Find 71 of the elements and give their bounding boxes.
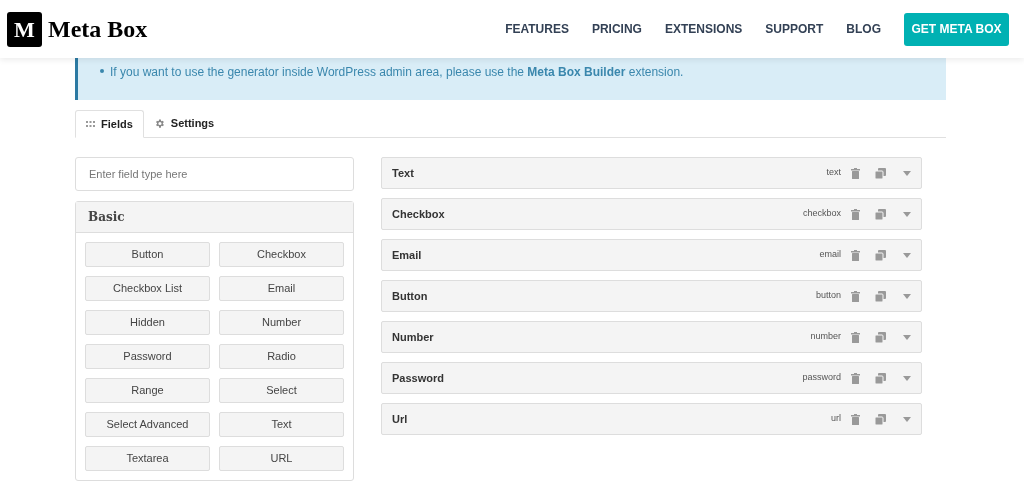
- field-label: Url: [392, 411, 408, 427]
- field-label: Password: [392, 370, 444, 386]
- gear-icon: [153, 118, 165, 129]
- trash-icon[interactable]: [851, 167, 860, 179]
- field-row[interactable]: Text text: [381, 157, 922, 189]
- caret-icon[interactable]: [903, 416, 911, 422]
- field-row[interactable]: Number number: [381, 321, 922, 353]
- search-field[interactable]: Enter field type here: [75, 157, 354, 191]
- caret-icon[interactable]: [903, 170, 911, 176]
- field-row[interactable]: Checkbox checkbox: [381, 198, 922, 230]
- field-type-button[interactable]: Range: [85, 378, 210, 403]
- copy-icon[interactable]: [875, 413, 886, 425]
- field-type-button[interactable]: Checkbox: [219, 242, 344, 267]
- field-type-button[interactable]: Email: [219, 276, 344, 301]
- field-row[interactable]: Email email: [381, 239, 922, 271]
- field-type: text: [826, 166, 841, 180]
- notice-text: If you want to use the generator inside WordPress admin area, please use the Meta Box Builder extension.: [110, 64, 684, 81]
- copy-icon[interactable]: [875, 290, 886, 302]
- field-label: Number: [392, 329, 434, 345]
- caret-icon[interactable]: [903, 293, 911, 299]
- field-type-button[interactable]: Textarea: [85, 446, 210, 471]
- copy-icon[interactable]: [875, 208, 886, 220]
- trash-icon[interactable]: [851, 208, 860, 220]
- logo-mark: M: [7, 11, 42, 47]
- field-type-button[interactable]: Select: [219, 378, 344, 403]
- group-title: Basic: [76, 202, 353, 233]
- field-type: number: [810, 330, 841, 344]
- nav-link[interactable]: BLOG: [846, 20, 881, 38]
- field-type-button[interactable]: Password: [85, 344, 210, 369]
- field-type-button[interactable]: Radio: [219, 344, 344, 369]
- field-type-button[interactable]: Number: [219, 310, 344, 335]
- field-type-button[interactable]: Button: [85, 242, 210, 267]
- field-row[interactable]: Password password: [381, 362, 922, 394]
- brand-name: Meta Box: [48, 15, 148, 44]
- field-row[interactable]: Url url: [381, 403, 922, 435]
- field-label: Text: [392, 165, 414, 181]
- copy-icon[interactable]: [875, 249, 886, 261]
- copy-icon[interactable]: [875, 167, 886, 179]
- field-row[interactable]: Button button: [381, 280, 922, 312]
- field-type: button: [815, 289, 841, 303]
- nav-link[interactable]: EXTENSIONS: [664, 20, 743, 38]
- field-type-button[interactable]: Select Advanced: [85, 412, 210, 437]
- trash-icon[interactable]: [851, 413, 860, 425]
- grid-icon: [86, 121, 95, 127]
- nav-link[interactable]: PRICING: [591, 20, 642, 38]
- trash-icon[interactable]: [851, 331, 860, 343]
- caret-icon[interactable]: [903, 252, 911, 258]
- copy-icon[interactable]: [875, 372, 886, 384]
- field-type-button[interactable]: URL: [219, 446, 344, 471]
- field-type: email: [819, 248, 841, 262]
- tab[interactable]: Settings: [143, 110, 225, 137]
- bullet-icon: [100, 69, 104, 73]
- nav-link[interactable]: SUPPORT: [765, 20, 824, 38]
- caret-icon[interactable]: [903, 375, 911, 381]
- caret-icon[interactable]: [903, 334, 911, 340]
- field-type: url: [831, 412, 841, 426]
- field-label: Email: [392, 247, 422, 263]
- field-type-button[interactable]: Hidden: [85, 310, 210, 335]
- field-type: password: [802, 371, 841, 385]
- field-label: Checkbox: [392, 206, 445, 222]
- caret-icon[interactable]: [903, 211, 911, 217]
- tab[interactable]: Fields: [75, 110, 144, 138]
- field-label: Button: [392, 288, 428, 304]
- field-type: checkbox: [802, 207, 841, 221]
- field-type-button[interactable]: Text: [219, 412, 344, 437]
- nav-link[interactable]: FEATURES: [505, 20, 569, 38]
- copy-icon[interactable]: [875, 331, 886, 343]
- trash-icon[interactable]: [851, 372, 860, 384]
- trash-icon[interactable]: [851, 249, 860, 261]
- field-type-button[interactable]: Checkbox List: [85, 276, 210, 301]
- trash-icon[interactable]: [851, 290, 860, 302]
